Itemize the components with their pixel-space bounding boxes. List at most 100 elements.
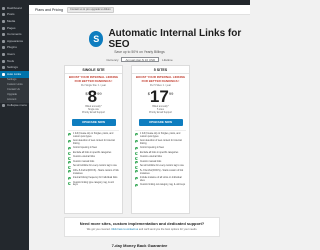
sidebar-item-auto-links[interactable]: Auto Links	[0, 70, 29, 78]
dashboard-icon	[2, 6, 5, 10]
page-header: Plans and Pricing Contact us to pro upgr…	[29, 5, 250, 15]
feature-item: Control opening in New	[132, 147, 189, 151]
feature-text: Set all nofollow for every custom tag to…	[140, 165, 184, 168]
feature-item: Control opening in New	[65, 147, 122, 151]
feature-text: Exclude all links in specific categories	[73, 151, 112, 154]
support-note: Priority Email Support	[81, 111, 106, 115]
page-title: Plans and Pricing	[35, 7, 63, 12]
custom-plan-text: We got you covered. Click here to contac…	[65, 228, 219, 231]
feature-text: Custom manual links	[140, 160, 162, 163]
collapse-menu-button[interactable]: Collapse menu	[0, 103, 29, 110]
plugin-logo: S	[89, 31, 104, 47]
plugin-icon	[2, 46, 5, 50]
sidebar-item-dashboard[interactable]: Dashboard	[0, 5, 29, 12]
sidebar-item-label: Media	[7, 18, 16, 23]
price-cents: 99	[97, 91, 102, 97]
feature-item: Auto detection of new content for intern…	[132, 140, 189, 146]
sidebar-item-label: Appearance	[7, 38, 24, 43]
sidebar-item-label: Users	[7, 51, 15, 56]
currency-label: Currency	[106, 57, 119, 62]
sidebar-item-plugins[interactable]: Plugins	[0, 45, 29, 52]
feature-item: 1 full (Create ok) on Singles, posts, an…	[65, 133, 122, 139]
plan-tagline: BOOST YOUR INTERNAL LINKING FOR BETTER R…	[135, 75, 186, 83]
billing-selector: Currency Annual plan $ 10 USD Lifetime	[29, 57, 250, 62]
sidebar-item-comments[interactable]: Comments	[0, 31, 29, 38]
price-cents: 99	[168, 91, 174, 97]
sidebar-item-label: Posts	[7, 12, 15, 17]
feature-item: Exclude all links in specific categories	[65, 152, 122, 155]
link-icon	[2, 72, 5, 76]
check-icon	[135, 177, 138, 181]
feature-item: 1 full (Create ok) on Singles, posts, an…	[132, 133, 189, 139]
check-icon	[135, 165, 138, 169]
sidebar-subitem-label: Account	[7, 97, 17, 101]
page-icon	[2, 26, 5, 30]
check-icon	[135, 156, 138, 160]
wrench-icon	[2, 59, 5, 63]
user-icon	[2, 52, 5, 56]
feature-item: Custom linking type category, tag, & uni…	[65, 182, 122, 188]
sidebar-item-label: Auto Links	[7, 71, 22, 76]
sidebar-item-tools[interactable]: Tools	[0, 58, 29, 65]
custom-plan-text-after: and we'll send you the best options for …	[138, 228, 198, 231]
plan-name: 5 SITES	[132, 66, 189, 74]
sidebar-item-label: Pages	[7, 25, 16, 30]
feature-item: Exclude all links in specific categories	[132, 152, 189, 155]
feature-text: 100+ 8 Anchor(DOCS) - Starts custom of l…	[73, 170, 119, 175]
sidebar-item-users[interactable]: Users	[0, 51, 29, 58]
check-icon	[68, 181, 71, 185]
feature-item: Include instance of all Links on Individ…	[132, 177, 189, 183]
feature-item: Internal linking frequency for Individua…	[65, 177, 122, 181]
sidebar-item-label: Tools	[7, 58, 15, 63]
sidebar-item-label: Settings	[7, 65, 18, 70]
upgrade-notice-badge[interactable]: Contact us to pro upgrade to Alduin	[66, 6, 114, 13]
sidebar-item-media[interactable]: Media	[0, 18, 29, 25]
sidebar-subitem-label: Settings	[7, 77, 17, 81]
sidebar-item-settings[interactable]: Settings	[0, 64, 29, 71]
feature-text: Auto detection of new content for intern…	[140, 140, 182, 145]
feature-text: 1 full (Create ok) on Singles, posts, an…	[73, 133, 114, 138]
brush-icon	[2, 39, 5, 43]
feature-item: 5+ 8 Anchor(DOCS) - Starts custom of lin…	[132, 170, 189, 176]
pin-icon	[2, 13, 5, 17]
plan-tagline: BOOST YOUR INTERNAL LINKING FOR BETTER R…	[68, 75, 119, 83]
pricing-card-5-sites: 5 SITES BOOST YOUR INTERNAL LINKING FOR …	[131, 65, 190, 214]
sidebar-item-appearance[interactable]: Appearance	[0, 38, 29, 45]
feature-item: Custom external links	[132, 156, 189, 160]
sidebar-item-label: Plugins	[7, 45, 17, 50]
sidebar-item-pages[interactable]: Pages	[0, 25, 29, 32]
check-icon	[68, 133, 71, 137]
check-icon	[135, 140, 138, 144]
check-icon	[135, 151, 138, 155]
feature-text: 1 full (Create ok) on Singles, posts, an…	[140, 133, 181, 138]
check-icon	[68, 177, 71, 181]
price-amount: 17	[149, 87, 169, 107]
comment-icon	[2, 33, 5, 37]
money-back-guarantee: 7-day Money Back Guarantee	[111, 243, 168, 248]
settings-icon	[2, 66, 5, 70]
plan-price: $ 17 99	[132, 87, 189, 107]
upgrade-button[interactable]: UPGRADE NOW	[138, 119, 183, 127]
check-icon	[68, 161, 71, 165]
sidebar-subitem-label: Upgrade	[7, 92, 17, 96]
check-icon	[135, 147, 138, 151]
check-icon	[135, 133, 138, 137]
feature-item: Custom manual links	[65, 161, 122, 165]
custom-plan-title: Need more sites, custom implementation a…	[79, 221, 205, 226]
plugin-brand: S Automatic Internal Links for SEO	[89, 28, 250, 50]
feature-text: 5+ 8 Anchor(DOCS) - Starts custom of lin…	[140, 170, 184, 175]
lifetime-option[interactable]: Lifetime	[162, 58, 173, 62]
contact-us-link[interactable]: Click here to contact us	[111, 228, 138, 231]
support-note: Priority Email Support	[148, 111, 173, 115]
feature-text: Custom external links	[140, 156, 162, 159]
feature-item: Set all nofollow for every custom tag to…	[65, 165, 122, 169]
feature-item: Auto detection of new content for intern…	[65, 140, 122, 146]
check-icon	[68, 156, 71, 160]
billing-cycle-select[interactable]: Annual plan $ 10 USD	[121, 57, 160, 62]
check-icon	[135, 170, 138, 174]
sidebar-item-posts[interactable]: Posts	[0, 12, 29, 19]
custom-plan-text-before: We got you covered.	[86, 228, 112, 231]
media-icon	[2, 19, 5, 23]
upgrade-button[interactable]: UPGRADE NOW	[71, 119, 116, 127]
check-icon	[135, 161, 138, 165]
